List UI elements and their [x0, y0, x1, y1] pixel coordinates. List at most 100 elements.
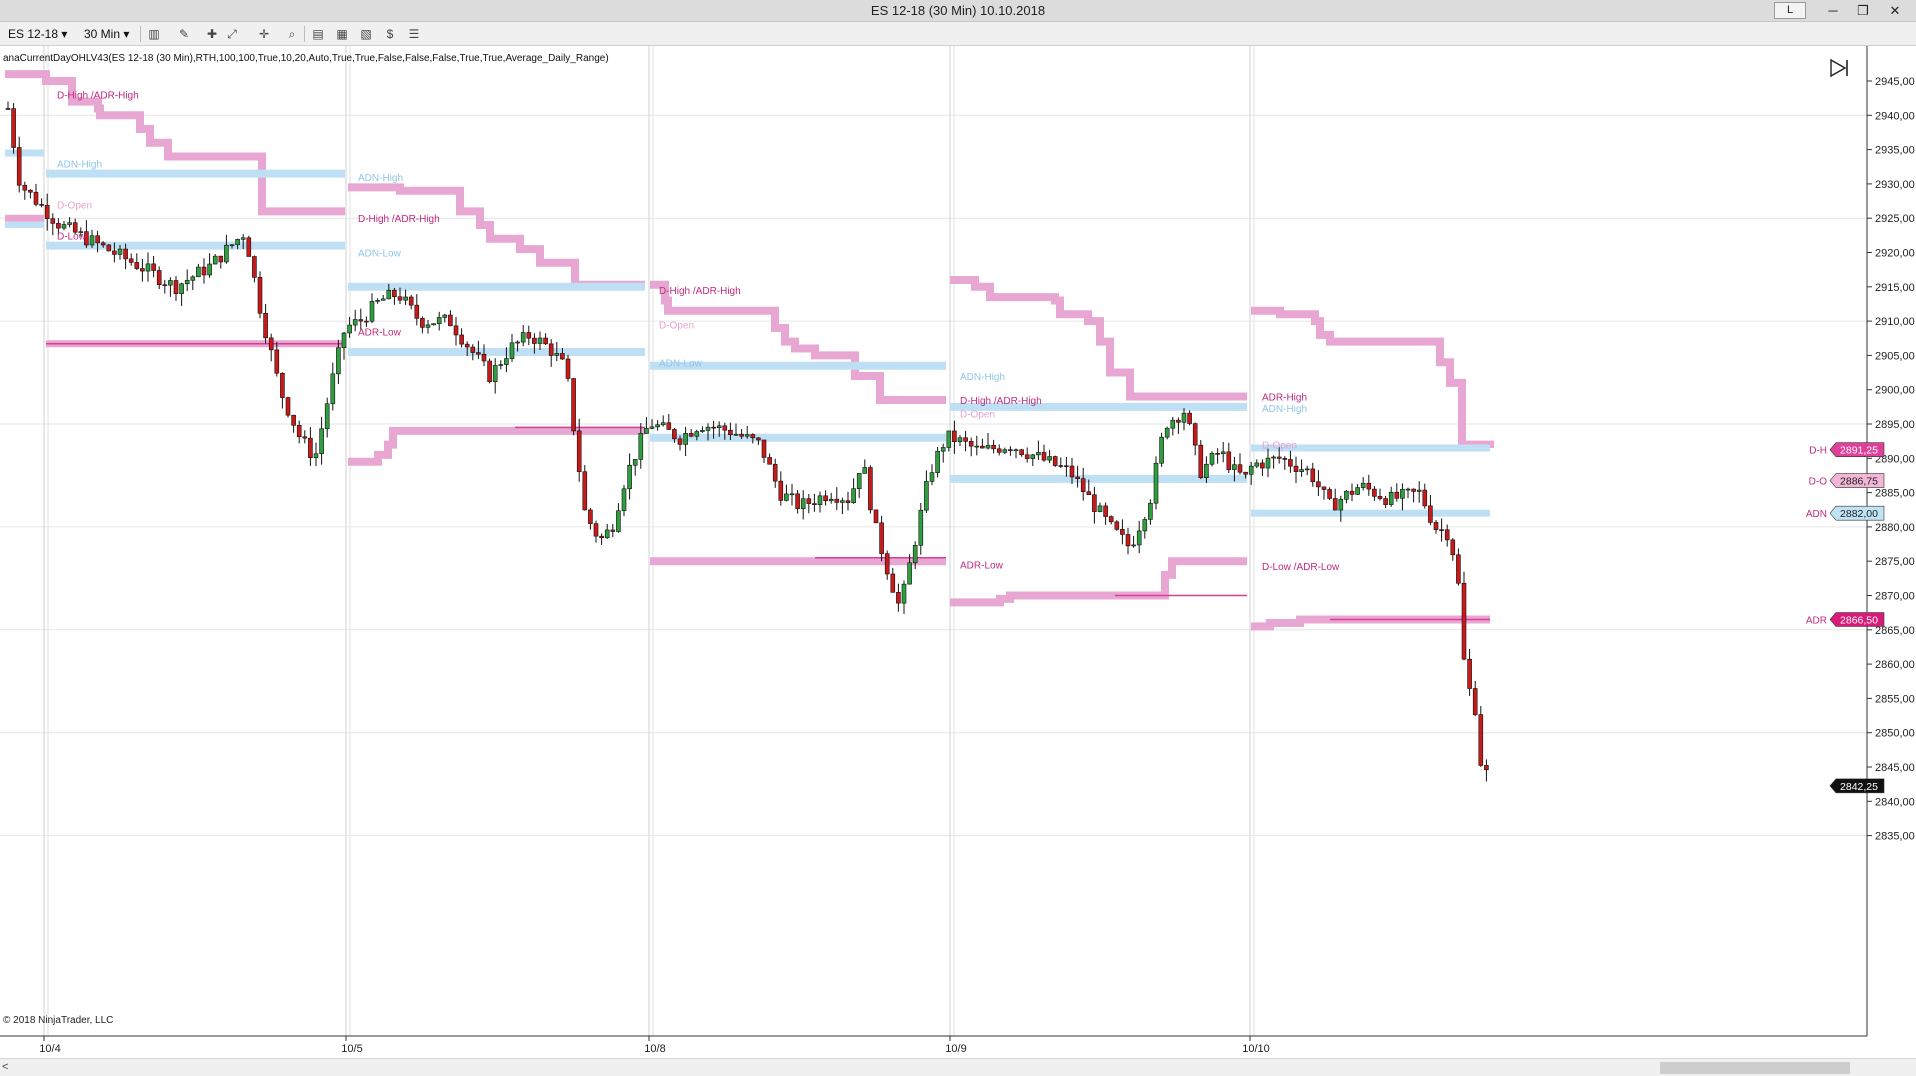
- candlestick: [1304, 465, 1310, 476]
- candle-body: [1220, 451, 1226, 455]
- candle-body: [1013, 449, 1019, 452]
- candle-body: [565, 358, 571, 379]
- candlestick: [1461, 571, 1467, 661]
- candle-body: [179, 283, 184, 294]
- candle-body: [688, 433, 694, 437]
- candlestick: [1052, 455, 1058, 468]
- price-marker-tag: ADR: [1806, 616, 1827, 627]
- candlestick: [1148, 499, 1153, 525]
- candlestick: [1338, 495, 1344, 522]
- candlestick: [1349, 483, 1355, 502]
- candle-body: [1276, 456, 1282, 459]
- price-chart[interactable]: 2945,00 2940,00 2935,00 2930,00 2925,00 2920,…: [0, 46, 1916, 1058]
- candlestick: [263, 303, 268, 344]
- candlestick: [218, 255, 224, 269]
- candle-body: [733, 433, 739, 436]
- candle-body: [739, 433, 744, 437]
- candle-body: [772, 463, 778, 482]
- candle-body: [1153, 462, 1159, 504]
- candle-body: [582, 471, 588, 511]
- zoom-icon[interactable]: ⌕: [284, 26, 300, 42]
- link-button[interactable]: L: [1774, 2, 1806, 19]
- instrument-selector[interactable]: ES 12-18 ▾: [8, 26, 67, 42]
- candle-body: [235, 239, 240, 246]
- candle-body: [1097, 505, 1103, 512]
- candle-body: [347, 324, 352, 334]
- scroll-left-icon[interactable]: <: [2, 1060, 16, 1075]
- candle-body: [1349, 490, 1355, 495]
- candlestick: [341, 332, 347, 360]
- candlestick: [957, 435, 963, 446]
- candle-body: [263, 312, 268, 339]
- candle-body: [1058, 465, 1064, 467]
- templates-icon[interactable]: ▧: [358, 26, 374, 42]
- candlestick: [436, 311, 442, 331]
- candlestick: [330, 362, 336, 411]
- candlestick: [1092, 486, 1097, 524]
- candlestick: [196, 263, 201, 278]
- candle-body: [22, 184, 28, 191]
- interval-selector[interactable]: 30 Min ▾: [84, 26, 129, 42]
- candle-body: [145, 263, 151, 272]
- indicators-icon[interactable]: ▤: [310, 26, 326, 42]
- candlestick: [1422, 483, 1428, 509]
- close-icon[interactable]: ✕: [1880, 0, 1910, 22]
- candle-body: [1400, 488, 1405, 499]
- candle-body: [352, 319, 358, 326]
- add-indicator-icon[interactable]: ✚: [204, 26, 220, 42]
- scroll-thumb[interactable]: [1660, 1062, 1850, 1074]
- candle-body: [184, 279, 190, 285]
- candle-body: [1159, 436, 1164, 464]
- candle-body: [123, 248, 128, 260]
- candlestick: [666, 413, 672, 430]
- level-label: ADN-Low: [659, 358, 703, 369]
- candlestick: [1013, 448, 1019, 459]
- bar-type-icon[interactable]: ▥: [146, 26, 162, 42]
- candle-body: [660, 422, 666, 426]
- horizontal-scrollbar[interactable]: <: [0, 1058, 1916, 1076]
- price-marker-value: 2886,75: [1840, 476, 1878, 488]
- restore-icon[interactable]: ❐: [1848, 0, 1878, 22]
- skip-to-end-icon[interactable]: [1829, 58, 1851, 78]
- properties-icon[interactable]: ☰: [406, 26, 422, 42]
- candle-body: [112, 250, 117, 255]
- candlestick: [688, 429, 694, 438]
- candle-body: [638, 433, 644, 460]
- candlestick: [1456, 548, 1461, 586]
- candlestick: [1288, 450, 1293, 473]
- candle-body: [1260, 462, 1265, 469]
- candlestick: [1433, 519, 1439, 534]
- candlestick: [537, 331, 543, 351]
- candle-body: [308, 437, 313, 459]
- candle-body: [61, 224, 67, 229]
- order-entry-icon[interactable]: $: [382, 26, 398, 42]
- candle-body: [1355, 487, 1360, 495]
- drawing-tool-icon[interactable]: ✎: [176, 26, 192, 42]
- date-tick-label: 10/9: [945, 1043, 966, 1055]
- candle-body: [1092, 494, 1097, 512]
- candle-body: [1360, 482, 1366, 488]
- strategies-icon[interactable]: ▦: [334, 26, 350, 42]
- candle-body: [1148, 502, 1153, 520]
- candlestick: [1439, 518, 1444, 542]
- candlestick: [862, 459, 868, 474]
- candle-body: [694, 431, 700, 437]
- candle-body: [1428, 505, 1433, 523]
- candle-body: [414, 304, 420, 319]
- crosshair-icon[interactable]: ✛: [256, 26, 272, 42]
- price-tick-label: 2900,00: [1875, 385, 1915, 397]
- candlestick: [302, 430, 308, 444]
- minimize-icon[interactable]: ─: [1818, 0, 1848, 22]
- candle-body: [1136, 530, 1142, 546]
- candlestick: [212, 254, 218, 265]
- hide-drawing-icon[interactable]: ⤢: [224, 26, 240, 42]
- candlestick: [1332, 488, 1338, 511]
- level-label: D-Open: [57, 200, 92, 211]
- candlestick: [1472, 680, 1478, 717]
- candle-body: [1444, 529, 1450, 541]
- candlestick: [1097, 502, 1103, 513]
- candle-body: [520, 332, 526, 343]
- candle-body: [453, 325, 459, 336]
- candlestick: [828, 492, 834, 504]
- candlestick: [985, 433, 991, 450]
